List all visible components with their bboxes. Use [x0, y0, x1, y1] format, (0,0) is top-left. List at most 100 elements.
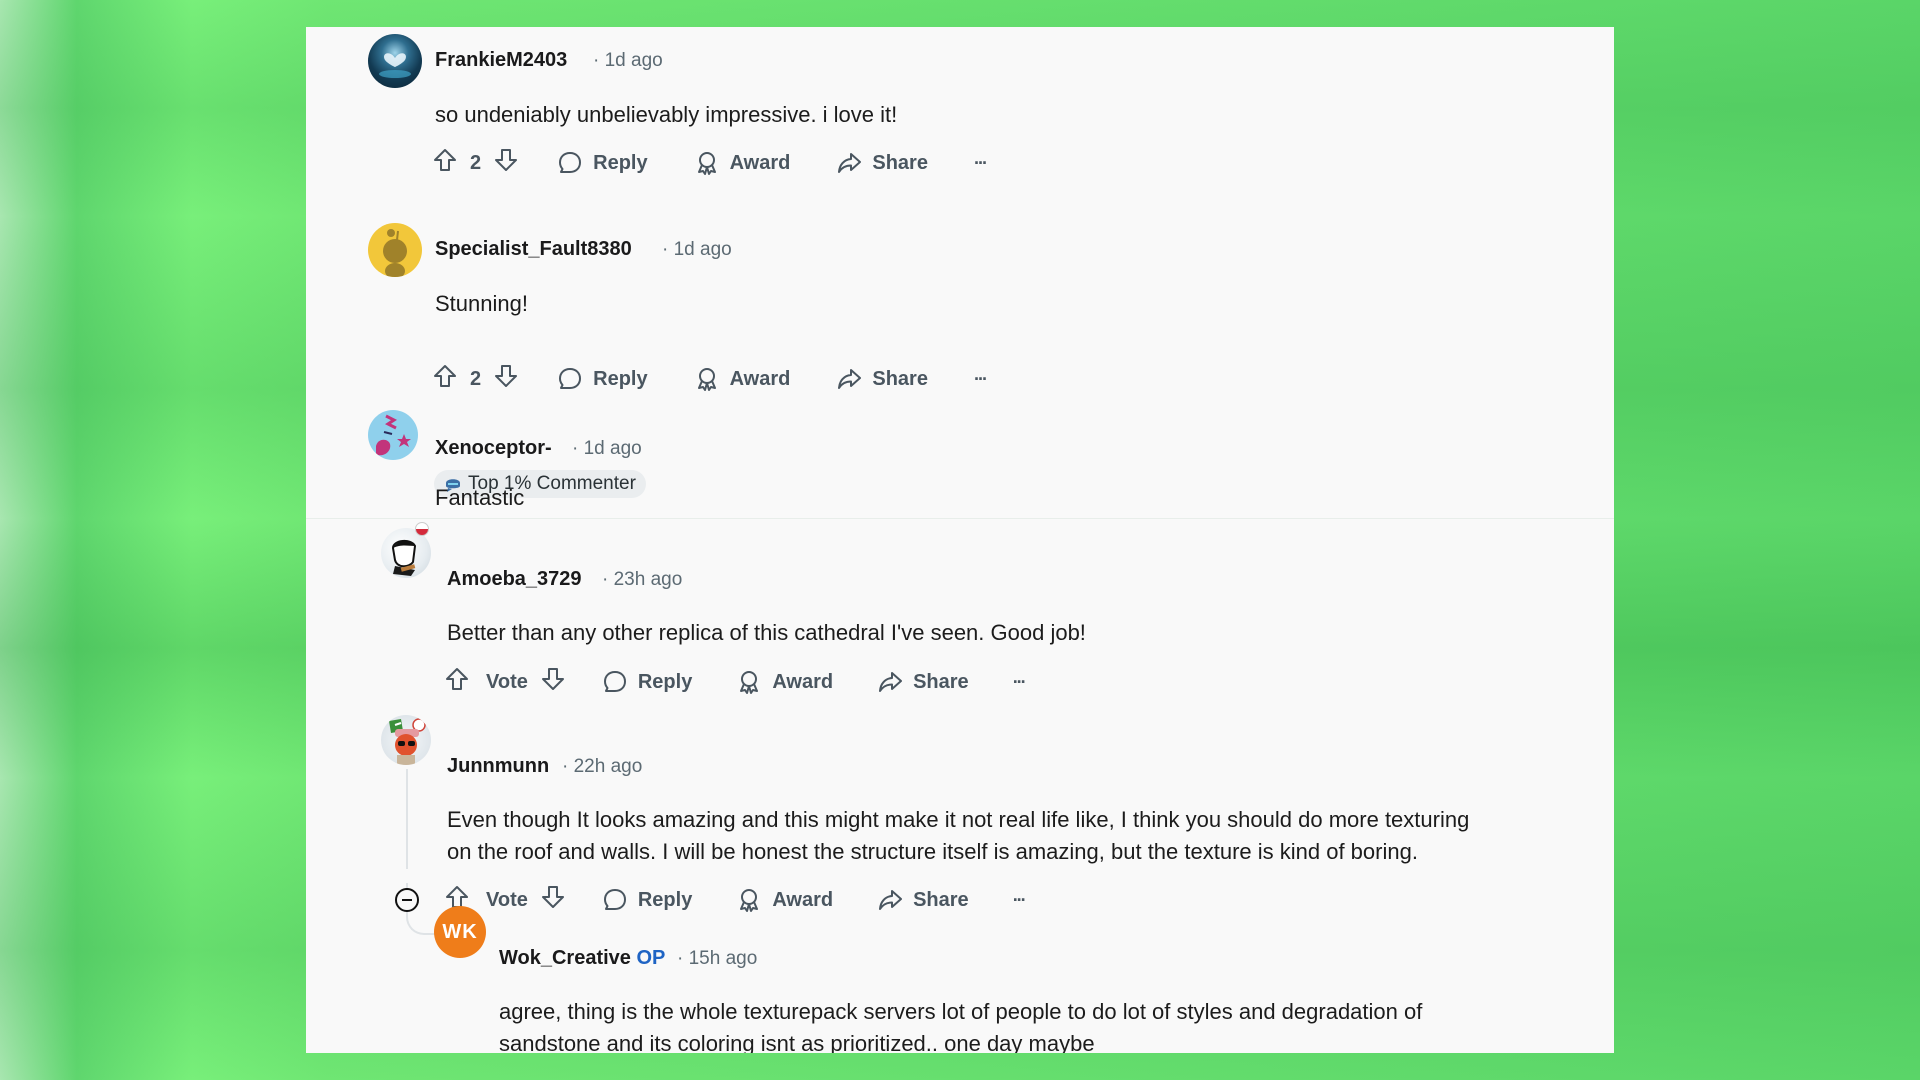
share-icon: [838, 153, 862, 173]
avatar[interactable]: [381, 522, 431, 578]
award-label: Award: [729, 367, 791, 390]
score: 2: [470, 151, 482, 174]
comment-bubble-icon: [559, 152, 582, 173]
timestamp: · 1d ago: [593, 50, 663, 71]
award-button[interactable]: Award: [736, 669, 833, 695]
timestamp: · 22h ago: [562, 756, 643, 777]
comment-thread-card: FrankieM2403 · 1d ago so undeniably unbe…: [306, 27, 1614, 1053]
more-icon: ···: [1012, 889, 1027, 910]
comment-actions: Vote Reply Award Share ···: [444, 664, 1027, 700]
award-icon: [740, 671, 759, 694]
collapse-thread-button[interactable]: [395, 888, 419, 912]
reply-label: Reply: [593, 151, 648, 174]
username: Wok_Creative OP: [499, 947, 665, 970]
comment-body-line: sandstone and its coloring isnt as prior…: [499, 1031, 1095, 1053]
downvote-button[interactable]: [493, 147, 519, 179]
award-label: Award: [729, 151, 791, 174]
award-label: Award: [772, 888, 834, 911]
award-icon: [697, 368, 716, 391]
reply-label: Reply: [637, 888, 693, 911]
timestamp: · 23h ago: [602, 569, 683, 590]
avatar[interactable]: [368, 34, 422, 88]
share-button[interactable]: Share: [836, 150, 928, 176]
share-button[interactable]: Share: [877, 887, 969, 913]
comment-body-line: Even though It looks amazing and this mi…: [447, 807, 1470, 832]
downvote-icon: [495, 149, 518, 171]
comment-bubble-icon: [603, 671, 626, 692]
more-options-button[interactable]: ···: [973, 368, 988, 390]
comment-body: Stunning!: [435, 291, 528, 316]
vote-label: Vote: [486, 888, 528, 911]
upvote-button[interactable]: [444, 666, 470, 698]
downvote-icon: [495, 365, 518, 387]
more-options-button[interactable]: ···: [974, 153, 988, 174]
comment-bubble-icon: [603, 889, 626, 910]
share-label: Share: [913, 670, 969, 693]
username-link[interactable]: Wok_Creative: [499, 947, 631, 969]
award-button[interactable]: Award: [736, 887, 833, 913]
award-button[interactable]: Award: [694, 366, 791, 392]
avatar[interactable]: [368, 223, 422, 277]
vote-group: 2: [432, 363, 519, 395]
reply-label: Reply: [593, 367, 648, 390]
xenoceptor-avatar-icon: [376, 414, 411, 456]
share-button[interactable]: Share: [836, 366, 928, 392]
more-icon: ···: [1012, 671, 1027, 692]
timestamp: · 15h ago: [677, 948, 758, 969]
username[interactable]: Amoeba_3729: [447, 568, 582, 591]
share-label: Share: [872, 367, 928, 390]
award-label: Award: [772, 670, 834, 693]
upvote-icon: [434, 149, 456, 171]
comment-body: Fantastic: [435, 485, 525, 510]
more-options-button[interactable]: ···: [1012, 889, 1027, 911]
reply-button[interactable]: Reply: [602, 887, 692, 913]
upvote-button[interactable]: [432, 147, 458, 179]
reply-label: Reply: [637, 670, 693, 693]
vote-group: 2: [432, 147, 519, 179]
timestamp: · 1d ago: [662, 239, 732, 260]
share-button[interactable]: Share: [877, 669, 969, 695]
award-icon: [697, 152, 716, 175]
avatar[interactable]: [381, 715, 431, 765]
username[interactable]: FrankieM2403: [435, 49, 567, 72]
comment-body: Better than any other replica of this ca…: [447, 620, 1086, 645]
divider: [306, 518, 1614, 519]
avatar-logo: WK: [442, 920, 478, 943]
share-label: Share: [872, 151, 928, 174]
snoo-icon: [383, 229, 407, 277]
comment-body: so undeniably unbelievably impressive. i…: [435, 102, 898, 127]
upvote-icon: [434, 365, 456, 387]
downvote-button[interactable]: [540, 666, 566, 698]
flag-badge: [415, 522, 429, 536]
vote-label: Vote: [486, 670, 528, 693]
username[interactable]: Junnmunn: [447, 755, 549, 778]
thread-line[interactable]: [406, 769, 408, 869]
upvote-button[interactable]: [432, 363, 458, 395]
downvote-button[interactable]: [540, 884, 566, 916]
award-icon: [740, 889, 759, 912]
vote-group: Vote: [444, 666, 566, 698]
reply-button[interactable]: Reply: [557, 150, 648, 176]
share-label: Share: [913, 888, 969, 911]
reply-button[interactable]: Reply: [602, 669, 692, 695]
upvote-icon: [446, 668, 468, 690]
share-icon: [879, 890, 903, 910]
more-options-button[interactable]: ···: [1012, 671, 1027, 693]
downvote-icon: [541, 668, 564, 690]
share-icon: [838, 369, 862, 389]
comment-actions: 2 Reply Award Share ···: [432, 145, 988, 181]
avatar[interactable]: [368, 410, 418, 460]
share-icon: [879, 672, 903, 692]
award-button[interactable]: Award: [694, 150, 791, 176]
score: 2: [470, 367, 482, 390]
downvote-button[interactable]: [493, 363, 519, 395]
username[interactable]: Specialist_Fault8380: [435, 238, 632, 261]
more-icon: ···: [973, 368, 988, 389]
comment-body-line: on the roof and walls. I will be honest …: [447, 839, 1418, 864]
comment-bubble-icon: [559, 368, 582, 389]
reply-button[interactable]: Reply: [557, 366, 648, 392]
avatar[interactable]: WK: [434, 906, 486, 958]
timestamp: · 1d ago: [572, 438, 642, 459]
username[interactable]: Xenoceptor-: [435, 437, 552, 460]
downvote-icon: [541, 886, 564, 908]
